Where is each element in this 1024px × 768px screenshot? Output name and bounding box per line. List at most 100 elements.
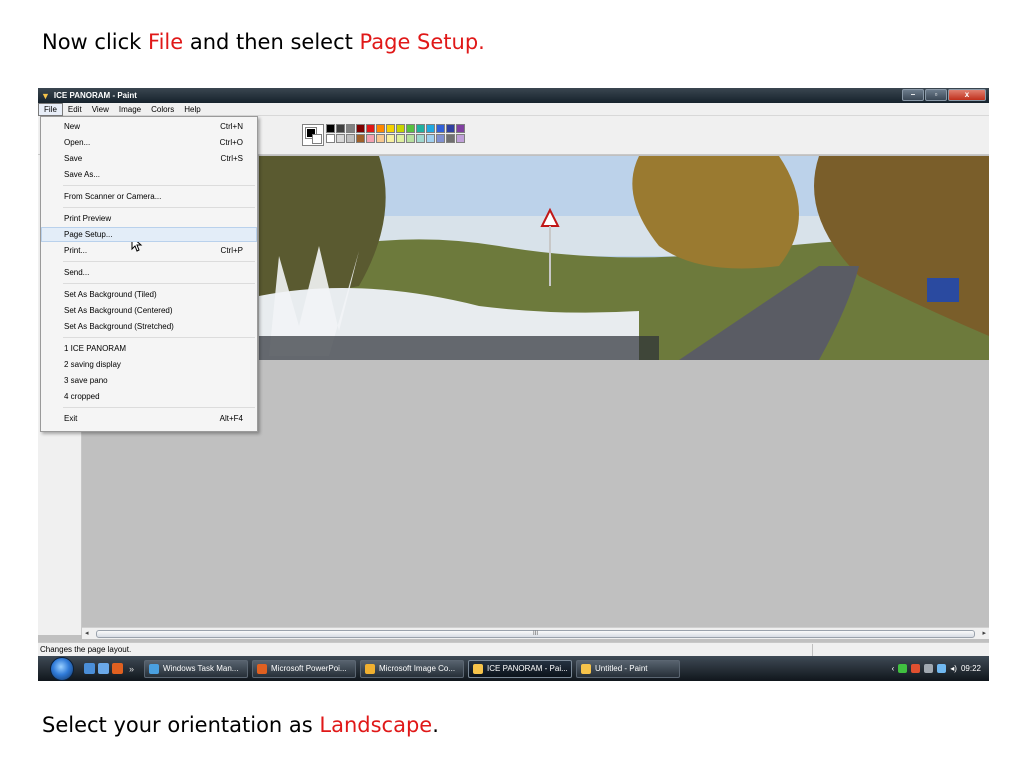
palette-swatch[interactable] bbox=[436, 124, 445, 133]
paint-icon: ▼ bbox=[41, 90, 50, 101]
menu-item-shortcut: Ctrl+S bbox=[220, 154, 243, 163]
palette-swatch[interactable] bbox=[346, 124, 355, 133]
canvas-image[interactable] bbox=[259, 156, 989, 360]
app-icon bbox=[581, 663, 592, 674]
menu-bar: File Edit View Image Colors Help bbox=[38, 102, 989, 116]
file-menu-item-open[interactable]: Open... Ctrl+O bbox=[41, 135, 257, 150]
palette-swatch[interactable] bbox=[326, 124, 335, 133]
palette-swatch[interactable] bbox=[436, 134, 445, 143]
palette-swatch[interactable] bbox=[366, 124, 375, 133]
palette-swatch[interactable] bbox=[416, 124, 425, 133]
menu-image[interactable]: Image bbox=[114, 103, 146, 116]
file-menu-item-2-saving-display[interactable]: 2 saving display bbox=[41, 357, 257, 372]
menu-help[interactable]: Help bbox=[179, 103, 205, 116]
tray-expand-icon[interactable]: ‹ bbox=[892, 664, 895, 673]
palette-swatch[interactable] bbox=[456, 134, 465, 143]
menu-edit[interactable]: Edit bbox=[63, 103, 87, 116]
menu-colors[interactable]: Colors bbox=[146, 103, 179, 116]
scroll-left-icon[interactable]: ◂ bbox=[85, 629, 89, 637]
menu-separator bbox=[63, 283, 255, 284]
menu-item-label: New bbox=[64, 122, 81, 131]
menu-item-label: Print... bbox=[64, 246, 88, 255]
palette-swatch[interactable] bbox=[336, 134, 345, 143]
palette-swatch[interactable] bbox=[366, 134, 375, 143]
status-bar: Changes the page layout. bbox=[38, 642, 989, 656]
file-menu-item-from-scanner-or-camera[interactable]: From Scanner or Camera... bbox=[41, 189, 257, 204]
palette-swatch[interactable] bbox=[356, 124, 365, 133]
chrome-icon[interactable] bbox=[911, 664, 921, 673]
menu-file[interactable]: File bbox=[38, 102, 63, 116]
palette-swatch[interactable] bbox=[446, 134, 455, 143]
app-icon bbox=[257, 663, 268, 674]
window-title: ICE PANORAM - Paint bbox=[53, 91, 137, 100]
file-menu-item-3-save-pano[interactable]: 3 save pano bbox=[41, 373, 257, 388]
palette-swatch[interactable] bbox=[456, 124, 465, 133]
taskbar-button[interactable]: Microsoft Image Co... bbox=[360, 659, 465, 678]
printer-icon[interactable] bbox=[924, 664, 934, 673]
menu-item-label: 2 saving display bbox=[64, 360, 121, 369]
palette-swatch[interactable] bbox=[386, 134, 395, 143]
menu-view[interactable]: View bbox=[87, 103, 114, 116]
file-menu-item-print-preview[interactable]: Print Preview bbox=[41, 211, 257, 226]
palette-swatch[interactable] bbox=[356, 134, 365, 143]
instruction-bottom-pre: Select your orientation as bbox=[42, 713, 320, 737]
taskbar-button-label: Microsoft Image Co... bbox=[379, 663, 456, 673]
file-menu-item-1-ice-panoram[interactable]: 1 ICE PANORAM bbox=[41, 341, 257, 356]
network-icon[interactable] bbox=[898, 664, 908, 673]
menu-item-label: Set As Background (Tiled) bbox=[64, 290, 157, 299]
palette-swatch[interactable] bbox=[406, 134, 415, 143]
palette-swatch[interactable] bbox=[426, 124, 435, 133]
start-button[interactable] bbox=[50, 656, 74, 681]
palette-swatch[interactable] bbox=[346, 134, 355, 143]
palette-swatch[interactable] bbox=[426, 134, 435, 143]
horizontal-scrollbar[interactable]: ◂ III ▸ bbox=[82, 627, 989, 639]
menu-separator bbox=[63, 185, 255, 186]
instruction-top-mid: and then select bbox=[183, 30, 360, 54]
palette-swatch[interactable] bbox=[416, 134, 425, 143]
file-menu-item-new[interactable]: New Ctrl+N bbox=[41, 119, 257, 134]
palette-swatch[interactable] bbox=[396, 134, 405, 143]
powerpoint-icon[interactable] bbox=[112, 663, 123, 674]
system-tray: ‹ ◂) 09:22 bbox=[859, 656, 989, 681]
file-menu-item-send[interactable]: Send... bbox=[41, 265, 257, 280]
instruction-file-highlight: File bbox=[148, 30, 184, 54]
file-menu-item-set-as-background-centered[interactable]: Set As Background (Centered) bbox=[41, 303, 257, 318]
status-text: Changes the page layout. bbox=[40, 645, 132, 654]
volume-icon[interactable]: ◂) bbox=[950, 664, 957, 673]
palette-swatch[interactable] bbox=[376, 134, 385, 143]
taskbar-button[interactable]: ICE PANORAM - Pai... bbox=[468, 659, 573, 678]
taskbar-button[interactable]: Untitled - Paint bbox=[576, 659, 681, 678]
taskbar-button-label: Windows Task Man... bbox=[163, 663, 239, 673]
maximize-button[interactable]: ▫ bbox=[925, 89, 947, 101]
instruction-bottom: Select your orientation as Landscape. bbox=[42, 713, 439, 737]
taskbar-button[interactable]: Windows Task Man... bbox=[144, 659, 249, 678]
palette-swatch[interactable] bbox=[376, 124, 385, 133]
switch-windows-icon[interactable] bbox=[98, 663, 109, 674]
app-icon bbox=[365, 663, 376, 674]
palette-swatch[interactable] bbox=[386, 124, 395, 133]
scroll-right-icon[interactable]: ▸ bbox=[982, 629, 986, 637]
palette-swatch[interactable] bbox=[326, 134, 335, 143]
palette-swatch[interactable] bbox=[396, 124, 405, 133]
palette-swatch[interactable] bbox=[446, 124, 455, 133]
clock[interactable]: 09:22 bbox=[961, 664, 981, 673]
file-menu-item-exit[interactable]: Exit Alt+F4 bbox=[41, 411, 257, 426]
close-button[interactable]: x bbox=[948, 89, 986, 101]
instruction-page-setup-highlight: Page Setup. bbox=[359, 30, 485, 54]
file-menu-item-set-as-background-tiled[interactable]: Set As Background (Tiled) bbox=[41, 287, 257, 302]
quick-launch-more-icon[interactable]: » bbox=[129, 664, 134, 674]
palette-swatch[interactable] bbox=[406, 124, 415, 133]
current-colors[interactable] bbox=[302, 124, 324, 146]
file-menu-item-save-as[interactable]: Save As... bbox=[41, 167, 257, 182]
scroll-thumb[interactable]: III bbox=[96, 630, 975, 638]
show-desktop-icon[interactable] bbox=[84, 663, 95, 674]
minimize-button[interactable]: – bbox=[902, 89, 924, 101]
file-menu-item-page-setup[interactable]: Page Setup... bbox=[41, 227, 257, 242]
file-menu-item-print[interactable]: Print... Ctrl+P bbox=[41, 243, 257, 258]
taskbar-button[interactable]: Microsoft PowerPoi... bbox=[252, 659, 357, 678]
connection-icon[interactable] bbox=[937, 664, 947, 673]
file-menu-item-set-as-background-stretched[interactable]: Set As Background (Stretched) bbox=[41, 319, 257, 334]
file-menu-item-4-cropped[interactable]: 4 cropped bbox=[41, 389, 257, 404]
file-menu-item-save[interactable]: Save Ctrl+S bbox=[41, 151, 257, 166]
palette-swatch[interactable] bbox=[336, 124, 345, 133]
